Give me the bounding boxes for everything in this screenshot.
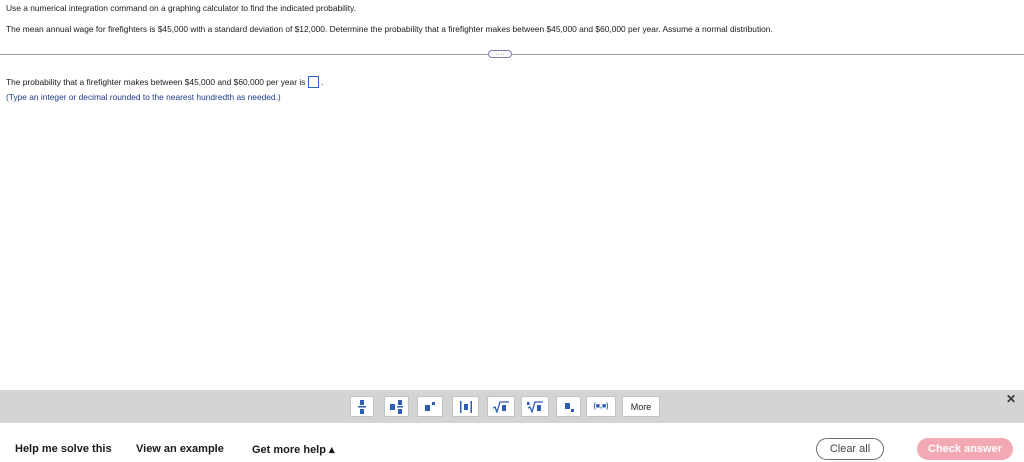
ordered-pair-icon: (■,■) xyxy=(593,403,609,410)
help-me-solve-link[interactable]: Help me solve this xyxy=(15,443,112,455)
exponent-icon xyxy=(425,401,435,411)
question-problem: The mean annual wage for firefighters is… xyxy=(6,24,773,34)
answer-suffix: . xyxy=(321,77,324,87)
clear-all-button[interactable]: Clear all xyxy=(816,438,884,460)
absolute-value-button[interactable] xyxy=(452,396,479,417)
subscript-button[interactable] xyxy=(556,396,581,417)
get-more-help-link[interactable]: Get more help ▴ xyxy=(252,443,335,456)
answer-prompt: The probability that a firefighter makes… xyxy=(6,77,306,87)
fraction-icon xyxy=(358,399,366,414)
subscript-icon xyxy=(564,402,574,412)
nth-root-icon xyxy=(527,400,543,413)
check-answer-button[interactable]: Check answer xyxy=(917,438,1013,460)
answer-input[interactable] xyxy=(308,76,320,88)
mixed-number-button[interactable] xyxy=(384,396,409,417)
close-toolbar-icon[interactable]: ✕ xyxy=(1006,392,1016,406)
mixed-number-icon xyxy=(389,399,403,414)
square-root-icon xyxy=(493,400,509,413)
more-button[interactable]: More xyxy=(622,396,660,417)
ordered-pair-button[interactable]: (■,■) xyxy=(586,396,616,417)
fraction-button[interactable] xyxy=(350,396,374,417)
section-divider xyxy=(0,54,1024,55)
footer-bar: Help me solve this View an example Get m… xyxy=(0,423,1024,462)
nth-root-button[interactable] xyxy=(521,396,549,417)
answer-line: The probability that a firefighter makes… xyxy=(6,76,324,88)
exponent-button[interactable] xyxy=(417,396,443,417)
square-root-button[interactable] xyxy=(487,396,515,417)
view-example-link[interactable]: View an example xyxy=(136,443,224,455)
answer-hint: (Type an integer or decimal rounded to t… xyxy=(6,92,281,102)
question-instruction: Use a numerical integration command on a… xyxy=(6,3,356,13)
math-toolbar: (■,■) More xyxy=(0,390,1024,423)
expand-ellipsis-button[interactable]: ···· xyxy=(488,50,512,58)
absolute-value-icon xyxy=(459,400,472,413)
